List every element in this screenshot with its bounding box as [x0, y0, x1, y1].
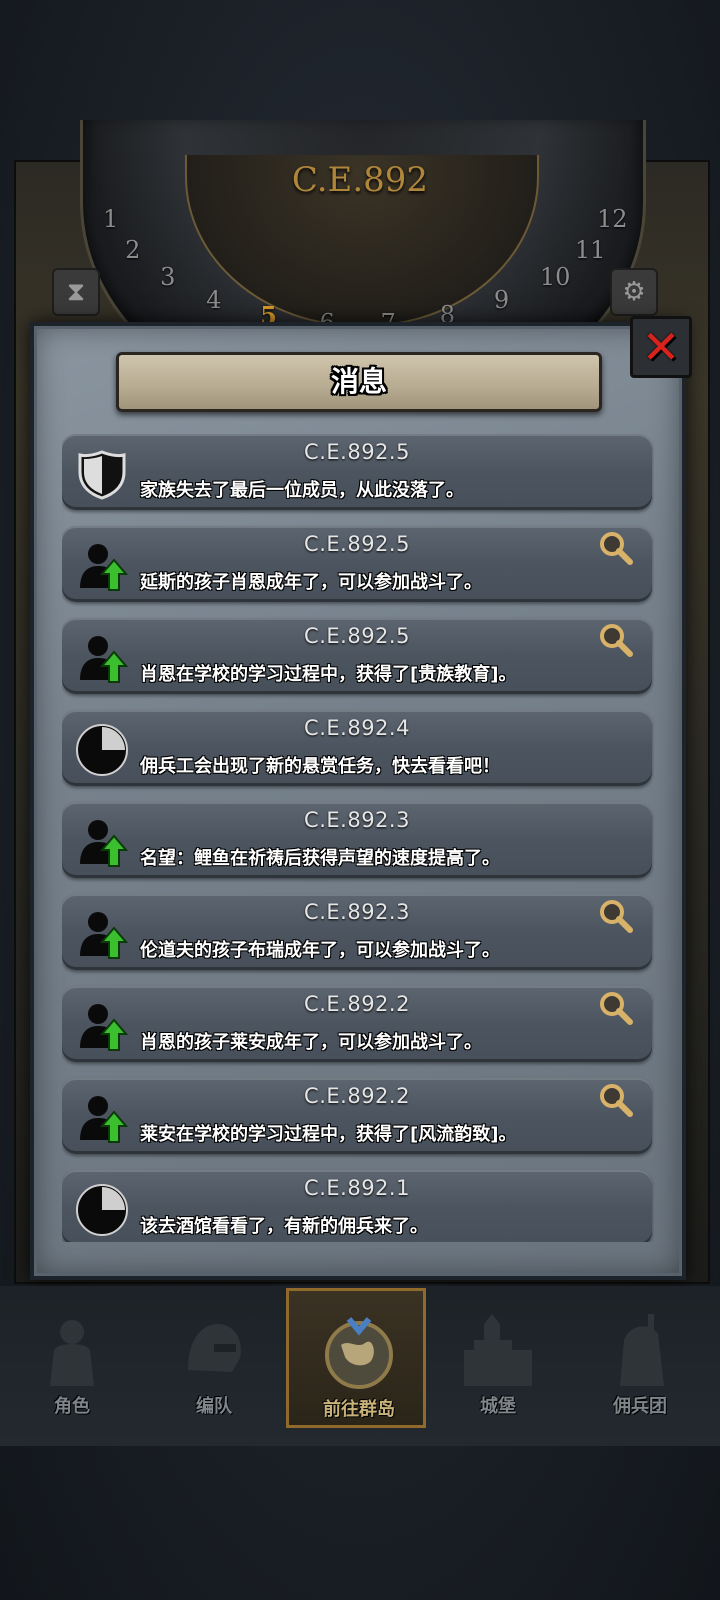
message-item[interactable]: C.E.892.2 莱安在学校的学习过程中，获得了[风流韵致]。 — [62, 1078, 652, 1154]
nav-label: 城堡 — [480, 1396, 516, 1417]
mercenary-icon — [620, 1314, 664, 1386]
nav-item-1[interactable]: 编队 — [144, 1288, 284, 1428]
calendar-hour: 3 — [160, 263, 176, 292]
message-item[interactable]: C.E.892.5 家族失去了最后一位成员，从此没落了。 — [62, 434, 652, 510]
calendar-hour: 12 — [596, 204, 628, 233]
message-item[interactable]: C.E.892.4 佣兵工会出现了新的悬赏任务，快去看看吧！ — [62, 710, 652, 786]
search-icon[interactable] — [598, 898, 634, 934]
nav-label: 佣兵团 — [613, 1396, 667, 1417]
message-text: 名望：鲤鱼在祈祷后获得声望的速度提高了。 — [140, 848, 500, 869]
calendar-hour: 2 — [125, 236, 141, 265]
message-item[interactable]: C.E.892.3 伦道夫的孩子布瑞成年了，可以参加战斗了。 — [62, 894, 652, 970]
calendar-hour: 10 — [539, 263, 571, 292]
nav-item-3[interactable]: 城堡 — [428, 1288, 568, 1428]
nav-item-2[interactable]: 前往群岛 — [286, 1288, 426, 1428]
castle-icon — [464, 1314, 532, 1386]
search-icon[interactable] — [598, 990, 634, 1026]
message-panel: 消息 ✕ C.E.892.5 家族失去了最后一位成员，从此没落了。 C.E.892.… — [30, 316, 692, 1280]
search-icon[interactable] — [598, 530, 634, 566]
panel-title-bar: 消息 — [116, 352, 602, 412]
search-icon[interactable] — [598, 1082, 634, 1118]
search-icon[interactable] — [598, 622, 634, 658]
knight-icon — [50, 1320, 94, 1386]
message-text: 延斯的孩子肖恩成年了，可以参加战斗了。 — [140, 572, 482, 593]
message-text: 肖恩在学校的学习过程中，获得了[贵族教育]。 — [140, 664, 517, 685]
nav-item-4[interactable]: 佣兵团 — [570, 1288, 710, 1428]
message-date: C.E.892.4 — [304, 716, 410, 740]
message-date: C.E.892.5 — [304, 532, 410, 556]
calendar-hour: 9 — [493, 285, 510, 314]
era-label: C.E.892 — [291, 160, 429, 200]
nav-label: 前往群岛 — [323, 1399, 395, 1420]
panel-title: 消息 — [330, 365, 387, 398]
helmet-icon — [188, 1324, 241, 1372]
close-icon: ✕ — [641, 320, 681, 374]
message-item[interactable]: C.E.892.5 延斯的孩子肖恩成年了，可以参加战斗了。 — [62, 526, 652, 602]
nav-label: 编队 — [196, 1396, 232, 1417]
message-text: 肖恩的孩子莱安成年了，可以参加战斗了。 — [140, 1032, 482, 1053]
nav-label: 角色 — [54, 1396, 90, 1417]
message-text: 莱安在学校的学习过程中，获得了[风流韵致]。 — [140, 1124, 517, 1145]
message-date: C.E.892.3 — [304, 808, 410, 832]
message-date: C.E.892.3 — [304, 900, 410, 924]
hourglass-icon[interactable]: ⧗ — [52, 268, 100, 316]
bottom-navigation: 角色 编队 前往群岛 城堡 佣兵团 — [0, 1286, 720, 1446]
message-item[interactable]: C.E.892.1 该去酒馆看看了，有新的佣兵来了。 — [62, 1170, 652, 1242]
message-item[interactable]: C.E.892.3 名望：鲤鱼在祈祷后获得声望的速度提高了。 — [62, 802, 652, 878]
message-date: C.E.892.2 — [304, 992, 410, 1016]
message-list[interactable]: C.E.892.5 家族失去了最后一位成员，从此没落了。 C.E.892.5 延斯的孩… — [62, 434, 654, 1242]
message-date: C.E.892.1 — [304, 1176, 410, 1200]
nav-item-0[interactable]: 角色 — [2, 1288, 142, 1428]
gear-icon[interactable]: ⚙ — [610, 268, 658, 316]
message-date: C.E.892.5 — [304, 440, 410, 464]
close-button[interactable]: ✕ — [630, 316, 692, 378]
message-item[interactable]: C.E.892.2 肖恩的孩子莱安成年了，可以参加战斗了。 — [62, 986, 652, 1062]
calendar-hour: 11 — [574, 236, 606, 265]
globe-icon — [325, 1317, 393, 1389]
message-item[interactable]: C.E.892.5 肖恩在学校的学习过程中，获得了[贵族教育]。 — [62, 618, 652, 694]
message-text: 该去酒馆看看了，有新的佣兵来了。 — [140, 1216, 428, 1237]
calendar-hour: 4 — [206, 285, 222, 314]
message-text: 伦道夫的孩子布瑞成年了，可以参加战斗了。 — [140, 940, 500, 961]
calendar-hour: 1 — [103, 204, 119, 233]
message-text: 佣兵工会出现了新的悬赏任务，快去看看吧！ — [140, 756, 500, 777]
message-date: C.E.892.5 — [304, 624, 410, 648]
message-date: C.E.892.2 — [304, 1084, 410, 1108]
message-text: 家族失去了最后一位成员，从此没落了。 — [140, 480, 464, 501]
